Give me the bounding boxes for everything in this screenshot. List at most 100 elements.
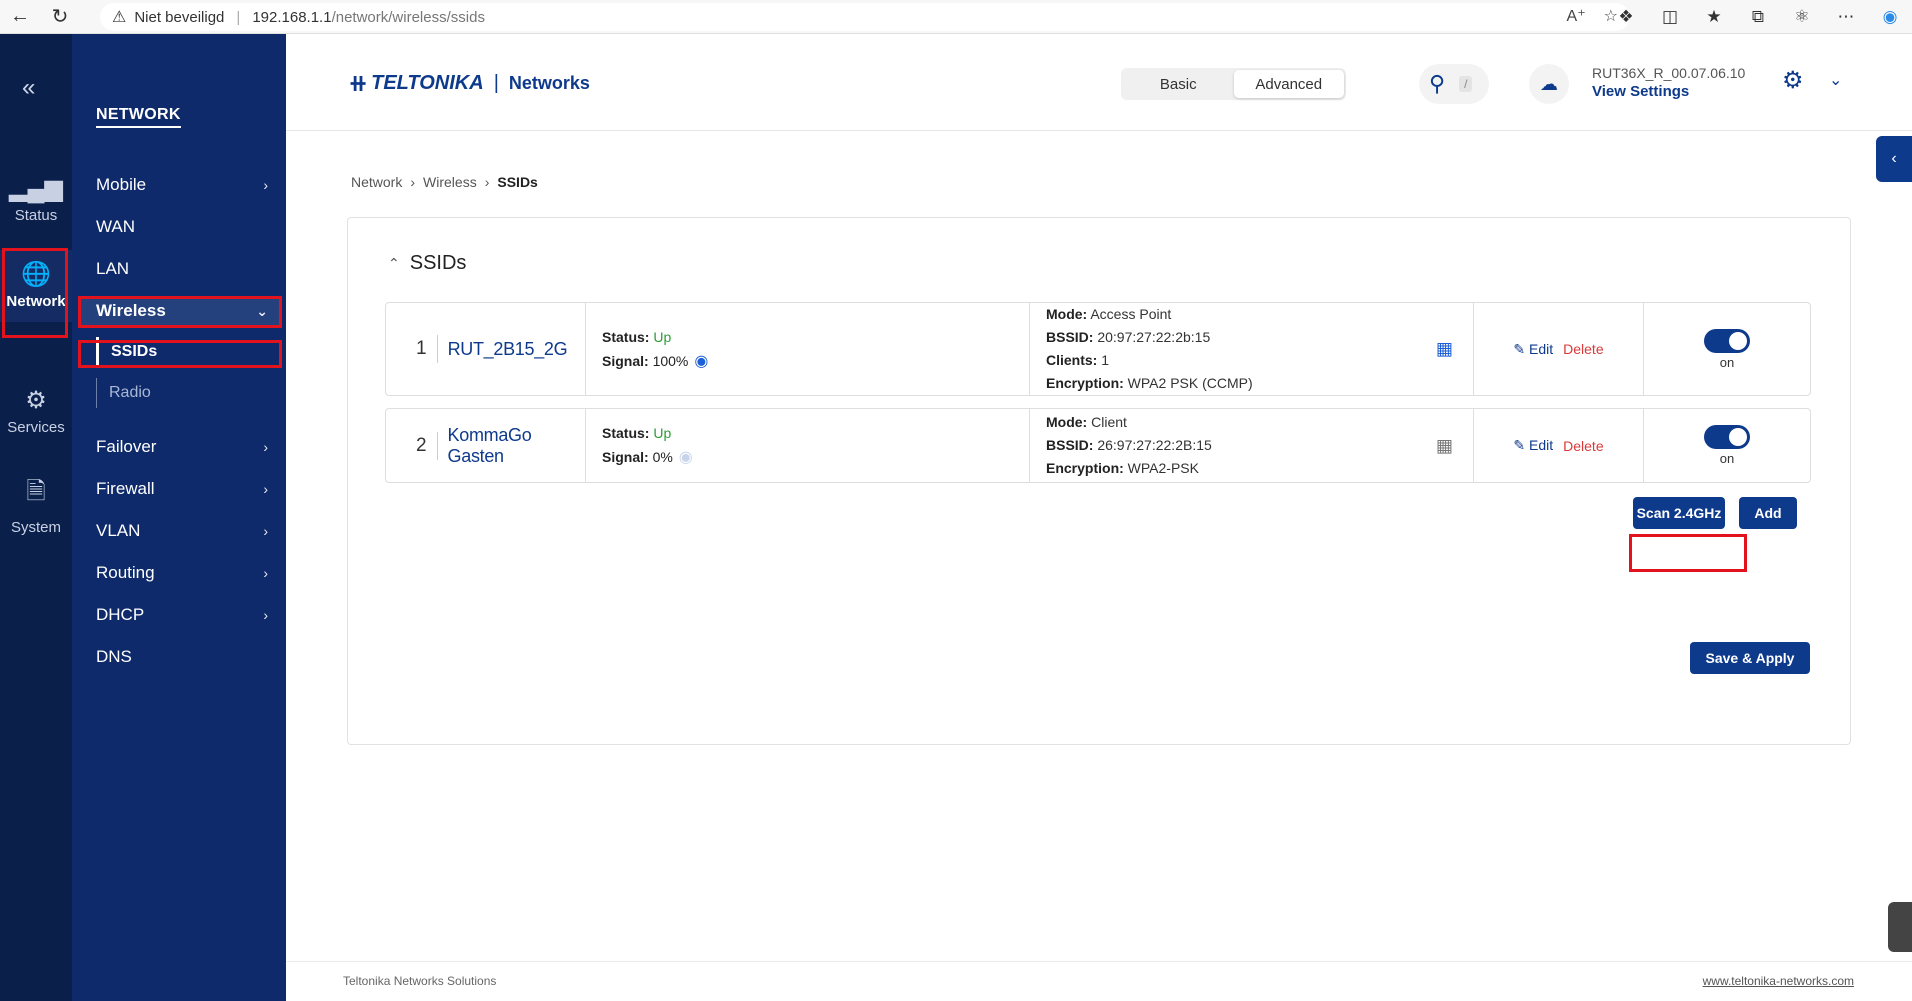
nav-item-wan[interactable]: WAN (96, 212, 268, 242)
read-aloud-icon[interactable]: A⁺ (1567, 6, 1586, 26)
nav-item-failover[interactable]: Failover › (96, 432, 268, 462)
extensions-icon[interactable]: ❖ (1604, 7, 1648, 27)
ssid-name: KommaGo Gasten (447, 424, 532, 466)
toggle-label: on (1719, 451, 1735, 466)
scan-button[interactable]: Scan 2.4GHz (1633, 497, 1725, 529)
nav-item-dns[interactable]: DNS (96, 642, 268, 672)
chevron-up-icon: ⌃ (388, 255, 400, 271)
qr-code-icon[interactable]: ▦ (1436, 434, 1453, 457)
ssid-actions-cell: ✎ Edit Delete (1474, 409, 1644, 482)
url-separator: | (236, 8, 241, 26)
rail-item-services[interactable]: ⚙ Services (0, 386, 72, 446)
nav-label: DHCP (96, 605, 145, 624)
panel-header[interactable]: ⌃ SSIDs (388, 252, 466, 275)
encryption-label: Encryption: (1046, 375, 1124, 391)
nav-label: Routing (96, 563, 155, 582)
enable-toggle[interactable] (1704, 328, 1750, 353)
main-rail: « ▂▄▆ Status 🌐 Network ⚙ Services 🗎 Syst… (0, 34, 72, 1001)
logo-divider: | (493, 72, 499, 94)
rail-item-system[interactable]: 🗎 System (0, 474, 72, 536)
ssid-status-cell: Status: Up Signal: 100% ◉ (586, 303, 1030, 395)
mode-label: Mode: (1046, 306, 1088, 322)
mode-label: Mode: (1046, 414, 1088, 430)
performance-icon[interactable]: ⚛ (1780, 7, 1824, 27)
breadcrumb-network[interactable]: Network (351, 174, 402, 190)
collapse-menu-icon[interactable]: « (22, 74, 35, 102)
chevron-right-icon: › (263, 177, 268, 193)
view-settings-link[interactable]: View Settings (1592, 83, 1689, 100)
bssid-value: 20:97:27:22:2b:15 (1097, 329, 1211, 345)
rail-item-label: System (10, 519, 61, 536)
ssid-row: 2 KommaGo Gasten Status: Up Signal: 0% ◉ … (385, 408, 1811, 483)
divider (436, 431, 438, 460)
logo-name: TELTONIKA (371, 72, 484, 94)
mode-basic-button[interactable]: Basic (1123, 70, 1234, 98)
search-button[interactable]: ⚲ / (1419, 64, 1489, 104)
side-panel-toggle[interactable]: ‹ (1876, 136, 1912, 182)
ssids-panel: ⌃ SSIDs 1 RUT_2B15_2G Status: Up Signal:… (347, 217, 1851, 745)
bssid-label: BSSID: (1046, 437, 1094, 453)
ssid-index: 2 (416, 434, 427, 456)
save-apply-button[interactable]: Save & Apply (1690, 642, 1810, 674)
breadcrumb-wireless[interactable]: Wireless (423, 174, 477, 190)
mode-advanced-button[interactable]: Advanced (1233, 70, 1344, 98)
chevron-down-icon[interactable]: ⌄ (1829, 70, 1842, 90)
edge-sidebar-widget[interactable] (1888, 902, 1912, 952)
chevron-right-icon: › (263, 565, 268, 581)
status-value: Up (653, 328, 672, 345)
nav-item-routing[interactable]: Routing › (96, 558, 268, 588)
nav-item-dhcp[interactable]: DHCP › (96, 600, 268, 630)
nav-label: WAN (96, 217, 136, 236)
delete-button[interactable]: Delete (1563, 438, 1603, 454)
collections-icon[interactable]: ⧉ (1736, 7, 1780, 27)
qr-code-icon[interactable]: ▦ (1436, 338, 1453, 361)
mode-toggle: Basic Advanced (1121, 68, 1346, 100)
edit-label: Edit (1529, 340, 1554, 357)
edit-button[interactable]: ✎ Edit (1513, 437, 1553, 454)
nav-item-firewall[interactable]: Firewall › (96, 474, 268, 504)
ssid-info-cell: Mode: Access Point BSSID: 20:97:27:22:2b… (1030, 303, 1474, 395)
favorites-icon[interactable]: ★ (1692, 7, 1736, 27)
edit-label: Edit (1529, 437, 1554, 453)
divider (436, 335, 438, 363)
subnav-title: NETWORK (96, 106, 181, 128)
reload-icon[interactable]: ↻ (40, 0, 80, 34)
clients-value: 1 (1101, 352, 1110, 368)
copilot-icon[interactable]: ◉ (1868, 7, 1912, 27)
rail-item-label: Status (14, 207, 58, 224)
teltonika-logo[interactable]: ⧺ TELTONIKA | Networks (348, 69, 590, 98)
highlight-ssids (78, 340, 282, 368)
bssid-label: BSSID: (1046, 329, 1094, 345)
delete-button[interactable]: Delete (1563, 341, 1603, 357)
nav-item-lan[interactable]: LAN (96, 254, 268, 284)
nav-sub-radio[interactable]: Radio (96, 378, 256, 408)
back-arrow-icon[interactable]: ← (0, 0, 40, 34)
cloud-icon[interactable]: ☁ (1529, 64, 1569, 104)
security-label: Niet beveiligd (134, 8, 225, 26)
nav-label: DNS (96, 647, 132, 666)
nav-item-vlan[interactable]: VLAN › (96, 516, 268, 546)
ssid-row: 1 RUT_2B15_2G Status: Up Signal: 100% ◉ M… (385, 302, 1811, 396)
footer-website-link[interactable]: www.teltonika-networks.com (1703, 974, 1854, 988)
edit-button[interactable]: ✎ Edit (1513, 341, 1553, 358)
more-menu-icon[interactable]: ⋯ (1824, 7, 1868, 27)
nav-item-mobile[interactable]: Mobile › (96, 170, 268, 200)
status-value: Up (653, 425, 672, 441)
search-shortcut: / (1459, 76, 1473, 92)
enable-toggle[interactable] (1704, 425, 1750, 449)
signal-label: Signal: (602, 449, 649, 465)
address-bar[interactable]: ⚠ Niet beveiligd | 192.168.1.1/network/w… (100, 3, 1630, 31)
breadcrumb: Network › Wireless › SSIDs (351, 174, 538, 190)
chevron-right-icon: › (263, 607, 268, 623)
user-settings-icon[interactable]: ⚙ (1782, 66, 1804, 95)
ssid-name-cell: 2 KommaGo Gasten (386, 409, 586, 482)
url-path: /network/wireless/ssids (331, 8, 485, 26)
nav-label: Failover (96, 437, 157, 456)
rail-item-status[interactable]: ▂▄▆ Status (0, 174, 72, 234)
add-button[interactable]: Add (1739, 497, 1797, 529)
split-screen-icon[interactable]: ◫ (1648, 7, 1692, 27)
nav-label: Firewall (96, 479, 155, 498)
url-text: 192.168.1.1/network/wireless/ssids (252, 9, 485, 26)
ssid-name-cell: 1 RUT_2B15_2G (386, 303, 586, 395)
encryption-label: Encryption: (1046, 460, 1124, 476)
